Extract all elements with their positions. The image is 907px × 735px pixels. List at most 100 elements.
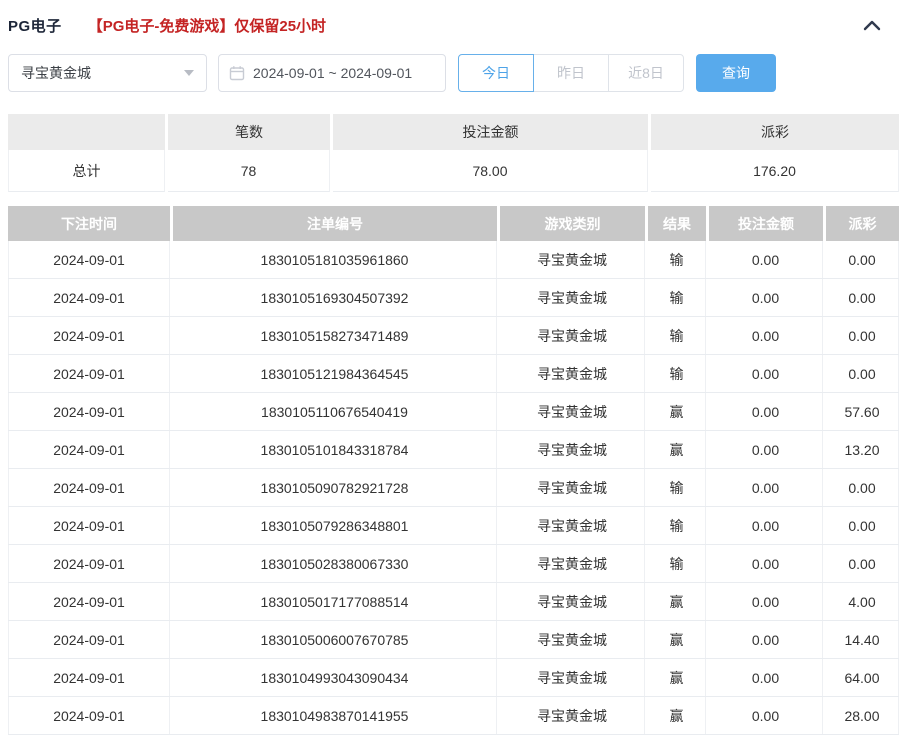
cell-result: 输 [648, 545, 706, 582]
table-row: 2024-09-01 1830105158273471489 寻宝黄金城 输 0… [8, 317, 899, 355]
summary-header-payout: 派彩 [651, 114, 899, 150]
cell-order-id: 1830105017177088514 [173, 583, 497, 620]
table-row: 2024-09-01 1830105121984364545 寻宝黄金城 输 0… [8, 355, 899, 393]
table-row: 2024-09-01 1830105028380067330 寻宝黄金城 输 0… [8, 545, 899, 583]
cell-result: 输 [648, 355, 706, 392]
cell-bet-amount: 0.00 [709, 393, 823, 430]
cell-order-id: 1830105110676540419 [173, 393, 497, 430]
cell-payout: 0.00 [826, 469, 899, 506]
cell-payout: 0.00 [826, 317, 899, 354]
table-row: 2024-09-01 1830104993043090434 寻宝黄金城 赢 0… [8, 659, 899, 697]
report-panel: PG电子 【PG电子-免费游戏】仅保留25小时 寻宝黄金城 [0, 0, 907, 735]
summary-total-label: 总计 [8, 150, 165, 192]
cell-result: 赢 [648, 659, 706, 696]
cell-bet-amount: 0.00 [709, 545, 823, 582]
cell-order-id: 1830105181035961860 [173, 241, 497, 278]
cell-bet-time: 2024-09-01 [8, 241, 170, 278]
records-header-bet-amount: 投注金额 [709, 206, 823, 241]
cell-game-type: 寻宝黄金城 [500, 583, 645, 620]
quick-date-button-group: 今日 昨日 近8日 [458, 54, 684, 92]
cell-bet-amount: 0.00 [709, 507, 823, 544]
summary-table: 笔数 投注金额 派彩 总计 78 78.00 176.20 [8, 114, 899, 192]
records-header-row: 下注时间 注单编号 游戏类别 结果 投注金额 派彩 [8, 206, 899, 241]
cell-result: 赢 [648, 697, 706, 734]
bet-records-table: 下注时间 注单编号 游戏类别 结果 投注金额 派彩 2024-09-01 183… [8, 206, 899, 735]
cell-bet-time: 2024-09-01 [8, 583, 170, 620]
cell-order-id: 1830105158273471489 [173, 317, 497, 354]
cell-bet-amount: 0.00 [709, 583, 823, 620]
records-header-order-id: 注单编号 [173, 206, 497, 241]
cell-game-type: 寻宝黄金城 [500, 279, 645, 316]
cell-payout: 0.00 [826, 241, 899, 278]
cell-result: 输 [648, 317, 706, 354]
cell-payout: 0.00 [826, 507, 899, 544]
cell-payout: 14.40 [826, 621, 899, 658]
records-header-result: 结果 [648, 206, 706, 241]
query-button[interactable]: 查询 [696, 54, 776, 92]
cell-game-type: 寻宝黄金城 [500, 621, 645, 658]
quick-button-yesterday[interactable]: 昨日 [533, 54, 609, 92]
collapse-panel-button[interactable] [863, 19, 881, 31]
cell-bet-amount: 0.00 [709, 279, 823, 316]
chevron-up-icon [863, 19, 881, 31]
summary-header-count: 笔数 [168, 114, 330, 150]
game-select[interactable]: 寻宝黄金城 [8, 54, 207, 92]
quick-button-today[interactable]: 今日 [458, 54, 534, 92]
table-row: 2024-09-01 1830105017177088514 寻宝黄金城 赢 0… [8, 583, 899, 621]
summary-header-row: 笔数 投注金额 派彩 [8, 114, 899, 150]
date-range-picker[interactable]: 2024-09-01 ~ 2024-09-01 [218, 54, 446, 92]
cell-payout: 4.00 [826, 583, 899, 620]
cell-game-type: 寻宝黄金城 [500, 469, 645, 506]
page-title: PG电子 [8, 15, 62, 36]
cell-order-id: 1830105079286348801 [173, 507, 497, 544]
cell-bet-time: 2024-09-01 [8, 507, 170, 544]
cell-order-id: 1830105006007670785 [173, 621, 497, 658]
calendar-icon [229, 65, 245, 81]
cell-game-type: 寻宝黄金城 [500, 241, 645, 278]
cell-result: 赢 [648, 393, 706, 430]
cell-result: 赢 [648, 583, 706, 620]
cell-game-type: 寻宝黄金城 [500, 507, 645, 544]
cell-bet-time: 2024-09-01 [8, 393, 170, 430]
cell-bet-amount: 0.00 [709, 431, 823, 468]
cell-order-id: 1830105028380067330 [173, 545, 497, 582]
cell-bet-amount: 0.00 [709, 355, 823, 392]
summary-total-row: 总计 78 78.00 176.20 [8, 150, 899, 192]
cell-result: 输 [648, 279, 706, 316]
cell-payout: 13.20 [826, 431, 899, 468]
titlebar: PG电子 【PG电子-免费游戏】仅保留25小时 [8, 10, 899, 40]
game-select-value: 寻宝黄金城 [21, 63, 184, 83]
cell-bet-time: 2024-09-01 [8, 279, 170, 316]
records-body: 2024-09-01 1830105181035961860 寻宝黄金城 输 0… [8, 241, 899, 735]
table-row: 2024-09-01 1830105110676540419 寻宝黄金城 赢 0… [8, 393, 899, 431]
cell-result: 输 [648, 469, 706, 506]
cell-bet-amount: 0.00 [709, 317, 823, 354]
table-row: 2024-09-01 1830104983870141955 寻宝黄金城 赢 0… [8, 697, 899, 735]
cell-order-id: 1830105101843318784 [173, 431, 497, 468]
cell-bet-time: 2024-09-01 [8, 697, 170, 734]
table-row: 2024-09-01 1830105090782921728 寻宝黄金城 输 0… [8, 469, 899, 507]
cell-bet-amount: 0.00 [709, 659, 823, 696]
cell-payout: 28.00 [826, 697, 899, 734]
cell-game-type: 寻宝黄金城 [500, 659, 645, 696]
cell-result: 输 [648, 507, 706, 544]
cell-order-id: 1830105090782921728 [173, 469, 497, 506]
table-row: 2024-09-01 1830105101843318784 寻宝黄金城 赢 0… [8, 431, 899, 469]
cell-payout: 64.00 [826, 659, 899, 696]
cell-payout: 57.60 [826, 393, 899, 430]
cell-payout: 0.00 [826, 355, 899, 392]
cell-result: 赢 [648, 621, 706, 658]
cell-result: 输 [648, 241, 706, 278]
cell-game-type: 寻宝黄金城 [500, 431, 645, 468]
summary-header-empty [8, 114, 165, 150]
cell-game-type: 寻宝黄金城 [500, 697, 645, 734]
cell-bet-amount: 0.00 [709, 241, 823, 278]
cell-game-type: 寻宝黄金城 [500, 317, 645, 354]
cell-payout: 0.00 [826, 279, 899, 316]
quick-button-last8days[interactable]: 近8日 [608, 54, 684, 92]
retention-notice: 【PG电子-免费游戏】仅保留25小时 [88, 15, 326, 36]
summary-total-payout: 176.20 [651, 150, 899, 192]
cell-order-id: 1830104993043090434 [173, 659, 497, 696]
table-row: 2024-09-01 1830105181035961860 寻宝黄金城 输 0… [8, 241, 899, 279]
cell-bet-time: 2024-09-01 [8, 355, 170, 392]
